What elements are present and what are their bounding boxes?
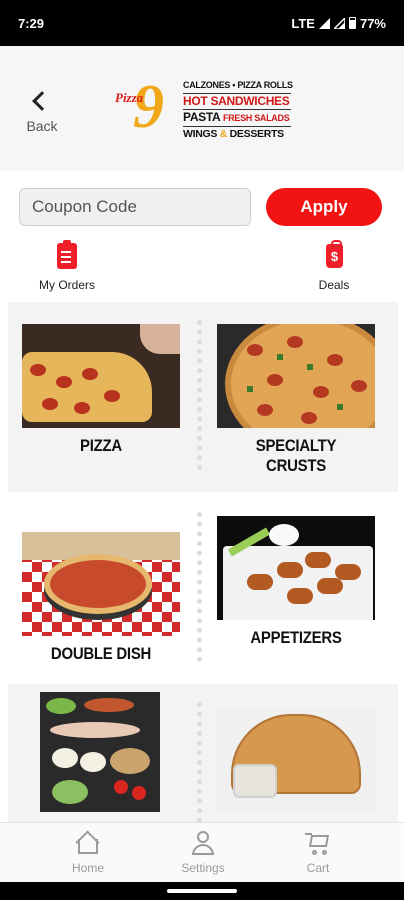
home-gesture-handle[interactable] <box>167 889 237 893</box>
logo-line-4: WINGS & DESSERTS <box>183 127 291 142</box>
logo-brand: Pizza <box>115 90 144 105</box>
price-tag-icon: $ <box>323 240 345 270</box>
tile-divider <box>197 512 202 662</box>
app-header: Back 9 Pizza CALZONES • PIZZA ROLLS HOT … <box>0 46 404 171</box>
appetizers-photo <box>217 516 375 620</box>
signal-icon <box>318 17 330 29</box>
system-nav-bar <box>0 882 404 900</box>
logo-desserts: DESSERTS <box>229 128 285 140</box>
my-orders-label: My Orders <box>38 278 95 292</box>
coupon-code-input[interactable] <box>19 188 251 226</box>
logo-number: 9 <box>133 73 164 141</box>
back-label: Back <box>26 118 58 134</box>
category-tile-specialty-crusts[interactable]: SPECIALTY CRUSTS <box>217 324 375 476</box>
apply-coupon-button[interactable]: Apply <box>266 188 382 226</box>
nav-cart[interactable]: Cart <box>278 831 358 875</box>
status-time: 7:29 <box>18 15 45 31</box>
category-tile-subs[interactable] <box>40 692 198 812</box>
network-type: LTE <box>291 15 315 31</box>
clipboard-icon <box>56 240 78 270</box>
deals-button[interactable]: $ Deals <box>294 240 374 292</box>
category-tile-pizza[interactable]: PIZZA <box>22 324 180 456</box>
status-indicators: LTE 77% <box>291 16 386 31</box>
pizza9-logo: 9 Pizza CALZONES • PIZZA ROLLS HOT SANDW… <box>115 73 293 142</box>
nav-settings[interactable]: Settings <box>163 831 243 875</box>
nav-cart-label: Cart <box>306 861 330 875</box>
logo-salads: FRESH SALADS <box>223 113 290 123</box>
category-label: APPETIZERS <box>250 628 342 647</box>
battery-icon <box>348 17 356 29</box>
logo-amp: & <box>219 128 228 140</box>
nav-home[interactable]: Home <box>48 830 128 875</box>
category-label: SPECIALTY CRUSTS <box>255 436 337 475</box>
status-bar: 7:29 LTE 77% <box>0 0 404 46</box>
my-orders-button[interactable]: My Orders <box>27 240 107 292</box>
category-row: PIZZA SPECIALTY CRUSTS <box>8 302 398 492</box>
pizza-photo <box>22 324 180 428</box>
logo-tagline: CALZONES • PIZZA ROLLS HOT SANDWICHES PA… <box>183 78 293 142</box>
logo-pasta: PASTA <box>183 110 220 124</box>
subs-photo <box>40 692 160 812</box>
logo-line-3: PASTA FRESH SALADS <box>183 110 291 127</box>
nav-home-label: Home <box>71 861 104 875</box>
category-row <box>8 684 398 822</box>
deals-label: Deals <box>318 278 350 292</box>
home-icon <box>75 830 101 855</box>
signal-icon-2 <box>333 17 345 29</box>
category-tile-appetizers[interactable]: APPETIZERS <box>217 516 375 648</box>
back-button[interactable]: Back <box>20 90 64 140</box>
nav-settings-label: Settings <box>181 861 225 875</box>
category-row: DOUBLE DISH APPETIZERS <box>8 494 398 684</box>
calzone-photo <box>217 708 375 812</box>
user-icon <box>190 831 216 855</box>
category-label: DOUBLE DISH <box>50 644 152 663</box>
cart-icon <box>305 831 331 855</box>
dollar-glyph: $ <box>330 249 339 264</box>
logo-line-2: HOT SANDWICHES <box>183 94 291 110</box>
tile-divider <box>197 702 202 822</box>
category-grid: PIZZA SPECIALTY CRUSTS DOUBLE DISH APPET… <box>8 302 398 822</box>
specialty-crust-photo <box>217 324 375 428</box>
double-dish-photo <box>22 532 180 636</box>
category-tile-calzones[interactable] <box>217 708 375 812</box>
category-tile-double-dish[interactable]: DOUBLE DISH <box>22 532 180 664</box>
chevron-left-icon <box>32 91 52 111</box>
logo-line-1: CALZONES • PIZZA ROLLS <box>183 78 293 94</box>
battery-level: 77% <box>359 15 386 31</box>
bottom-nav: Home Settings Cart <box>0 822 404 882</box>
category-label: PIZZA <box>80 436 122 455</box>
tile-divider <box>197 320 202 470</box>
logo-wings: WINGS <box>183 128 218 140</box>
